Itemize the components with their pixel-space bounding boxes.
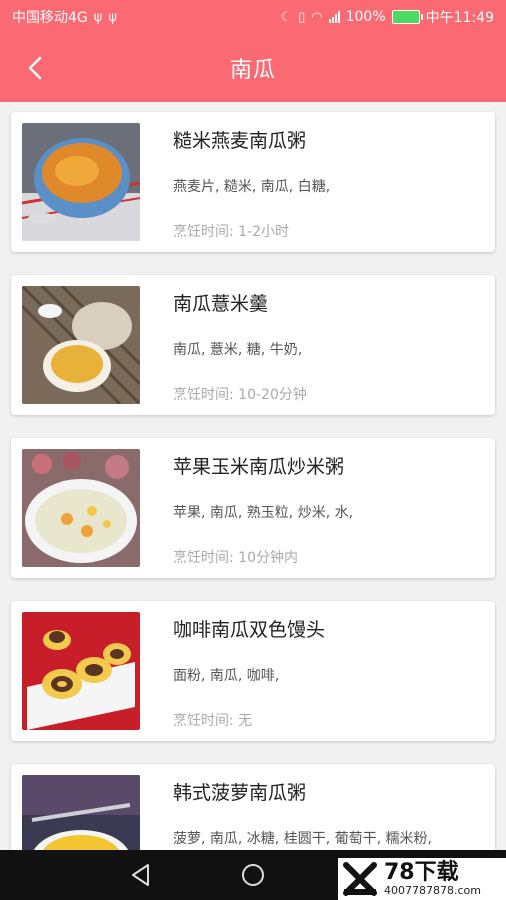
recipe-card[interactable]: 韩式菠萝南瓜粥 菠萝, 南瓜, 冰糖, 桂圆干, 葡萄干, 糯米粉, [11, 764, 495, 850]
do-not-disturb-icon: ☾ [280, 9, 293, 25]
recipe-cook-time: 烹饪时间: 1-2小时 [173, 224, 290, 240]
recipe-card[interactable]: 糙米燕麦南瓜粥 燕麦片, 糙米, 南瓜, 白糖, 烹饪时间: 1-2小时 [11, 112, 495, 252]
recipe-card[interactable]: 南瓜薏米羹 南瓜, 薏米, 糖, 牛奶, 烹饪时间: 10-20分钟 [11, 275, 495, 415]
chevron-left-icon [28, 56, 42, 80]
recipe-card[interactable]: 苹果玉米南瓜炒米粥 苹果, 南瓜, 熟玉粒, 炒米, 水, 烹饪时间: 10分钟… [11, 438, 495, 578]
usb-icon: ψ [93, 9, 103, 25]
title-bar: 南瓜 [0, 34, 506, 102]
circle-home-icon [242, 864, 264, 886]
recipe-ingredients: 燕麦片, 糙米, 南瓜, 白糖, [173, 179, 331, 195]
recipe-thumbnail [22, 123, 140, 241]
recipe-cook-time: 烹饪时间: 10分钟内 [173, 550, 298, 566]
recipe-thumbnail [22, 612, 140, 730]
recipe-ingredients: 苹果, 南瓜, 熟玉粒, 炒米, 水, [173, 505, 354, 521]
recipe-list[interactable]: 糙米燕麦南瓜粥 燕麦片, 糙米, 南瓜, 白糖, 烹饪时间: 1-2小时 南瓜薏… [0, 102, 506, 850]
recipe-ingredients: 南瓜, 薏米, 糖, 牛奶, [173, 342, 303, 358]
watermark-phone: 4007787878.com [384, 884, 481, 897]
wifi-icon: ◠ [311, 9, 323, 25]
battery-percent: 100% [345, 9, 386, 25]
recipe-thumbnail [22, 286, 140, 404]
recipe-title: 咖啡南瓜双色馒头 [173, 619, 326, 641]
triangle-back-icon [132, 864, 149, 886]
battery-icon [391, 10, 423, 24]
recipe-card[interactable]: 咖啡南瓜双色馒头 面粉, 南瓜, 咖啡, 烹饪时间: 无 [11, 601, 495, 741]
status-bar: 中国移动4G ψ ψ ☾ ▯ ◠ 100% 中午11:49 [0, 0, 506, 34]
recipe-cook-time: 烹饪时间: 10-20分钟 [173, 387, 307, 403]
page-title: 南瓜 [229, 58, 276, 83]
recipe-title: 南瓜薏米羹 [173, 293, 269, 315]
watermark-logo-icon [343, 862, 377, 896]
usb-debug-icon: ψ [108, 9, 117, 25]
system-back-button[interactable] [128, 862, 154, 888]
carrier-label: 中国移动4G [12, 10, 88, 26]
recipe-ingredients: 面粉, 南瓜, 咖啡, [173, 668, 280, 684]
recipe-title: 韩式菠萝南瓜粥 [173, 782, 307, 804]
clock: 中午11:49 [425, 10, 494, 26]
recipe-cook-time: 烹饪时间: 无 [173, 713, 253, 729]
recipe-ingredients: 菠萝, 南瓜, 冰糖, 桂圆干, 葡萄干, 糯米粉, [173, 831, 432, 847]
signal-icon [328, 11, 340, 23]
watermark: 78下载 4007787878.com [338, 858, 506, 900]
recipe-thumbnail [22, 449, 140, 567]
back-button[interactable] [22, 54, 50, 82]
system-home-button[interactable] [240, 862, 266, 888]
recipe-thumbnail [22, 775, 140, 850]
vibrate-icon: ▯ [298, 9, 306, 25]
watermark-brand: 78下载 [384, 860, 459, 885]
recipe-title: 苹果玉米南瓜炒米粥 [173, 456, 345, 478]
recipe-title: 糙米燕麦南瓜粥 [173, 130, 307, 152]
